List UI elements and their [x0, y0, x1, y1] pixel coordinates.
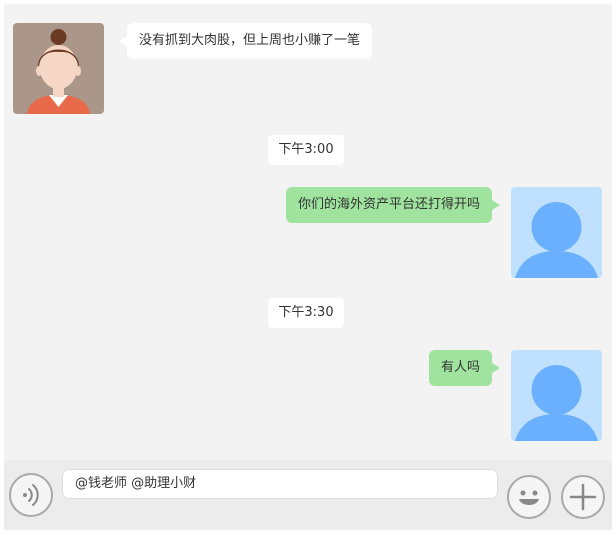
timestamp: 下午3:00 — [268, 135, 344, 165]
more-button[interactable] — [561, 475, 605, 519]
sent-message-bubble[interactable]: 有人吗 — [428, 350, 501, 386]
timestamp: 下午3:30 — [268, 298, 344, 328]
woman-avatar-icon — [13, 23, 104, 114]
emoji-button[interactable] — [507, 475, 551, 519]
voice-button[interactable] — [9, 473, 53, 517]
plus-icon — [569, 483, 597, 511]
default-user-icon — [511, 187, 602, 278]
message-input[interactable]: @钱老师 @助理小财 — [62, 469, 498, 499]
emoji-icon — [519, 490, 539, 505]
input-toolbar: @钱老师 @助理小财 — [4, 460, 612, 530]
avatar[interactable] — [13, 23, 104, 114]
default-user-icon — [511, 350, 602, 441]
sent-message-bubble[interactable]: 你们的海外资产平台还打得开吗 — [285, 187, 501, 223]
message-list[interactable]: 没有抓到大肉股，但上周也小赚了一笔 下午3:00 你们的海外资产平台还打得开吗 … — [4, 4, 612, 460]
avatar[interactable] — [511, 187, 602, 278]
chat-window: 没有抓到大肉股，但上周也小赚了一笔 下午3:00 你们的海外资产平台还打得开吗 … — [4, 4, 612, 530]
voice-icon — [23, 484, 39, 506]
received-message-bubble[interactable]: 没有抓到大肉股，但上周也小赚了一笔 — [118, 23, 373, 59]
avatar[interactable] — [511, 350, 602, 441]
